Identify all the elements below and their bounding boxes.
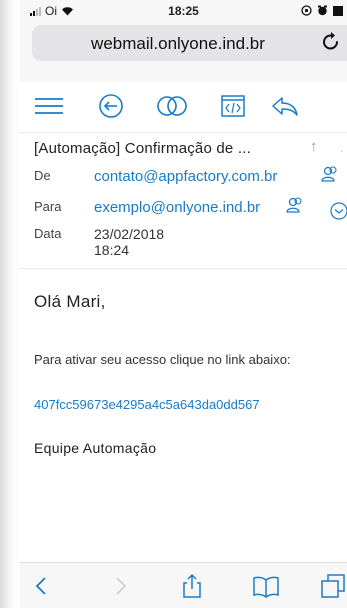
date-value: 23/02/2018 18:24 (94, 226, 165, 258)
expand-circle-icon[interactable] (330, 202, 347, 223)
source-code-icon[interactable] (216, 91, 250, 121)
browser-chrome: Oi 18:25 webmail.onlyone.ind.br (20, 0, 347, 82)
from-label: De (34, 168, 51, 183)
battery-icon (333, 5, 343, 16)
location-lock-icon (301, 5, 312, 16)
bookmarks-icon[interactable] (252, 573, 280, 599)
signature: Equipe Automação (34, 440, 157, 456)
contacts-icon[interactable] (286, 197, 304, 216)
tabs-icon[interactable] (320, 573, 347, 599)
left-edge-shadow (0, 0, 20, 608)
status-time: 18:25 (168, 4, 199, 18)
mail-toolbar (20, 82, 347, 133)
header-divider (20, 268, 347, 269)
body-paragraph: Para ativar seu acesso clique no link ab… (34, 352, 291, 367)
screen: Oi 18:25 webmail.onlyone.ind.br [Automaç… (0, 0, 347, 608)
back-icon[interactable] (32, 573, 52, 599)
activation-link[interactable]: 407fcc59673e4295a4c5a643da0dd567 (34, 397, 260, 412)
safari-bottom-bar (20, 562, 347, 608)
alarm-icon (318, 5, 327, 16)
forward-icon[interactable] (110, 573, 130, 599)
toggle-icon[interactable] (152, 91, 192, 121)
greeting: Olá Mari, (34, 292, 106, 311)
date-label: Data (34, 226, 62, 241)
url-text[interactable]: webmail.onlyone.ind.br (32, 34, 324, 54)
email-header: [Automação] Confirmação de ... ↑ · De co… (20, 132, 347, 258)
contacts-icon[interactable] (321, 166, 339, 185)
address-bar[interactable]: webmail.onlyone.ind.br (32, 25, 347, 61)
status-bar: Oi 18:25 (20, 0, 347, 22)
arrow-up-icon[interactable]: ↑ (310, 138, 318, 155)
to-address[interactable]: exemplo@onlyone.ind.br (94, 199, 260, 216)
reload-icon[interactable] (322, 31, 340, 57)
from-address[interactable]: contato@appfactory.com.br (94, 168, 277, 185)
reply-icon[interactable] (268, 91, 302, 121)
back-circle-icon[interactable] (94, 91, 128, 121)
share-icon[interactable] (180, 573, 204, 599)
menu-icon[interactable] (32, 91, 66, 121)
dot-icon: · (340, 146, 344, 157)
to-label: Para (34, 199, 62, 214)
webmail-content: [Automação] Confirmação de ... ↑ · De co… (20, 82, 347, 562)
email-subject: [Automação] Confirmação de ... (34, 140, 251, 157)
status-icons (301, 5, 343, 16)
